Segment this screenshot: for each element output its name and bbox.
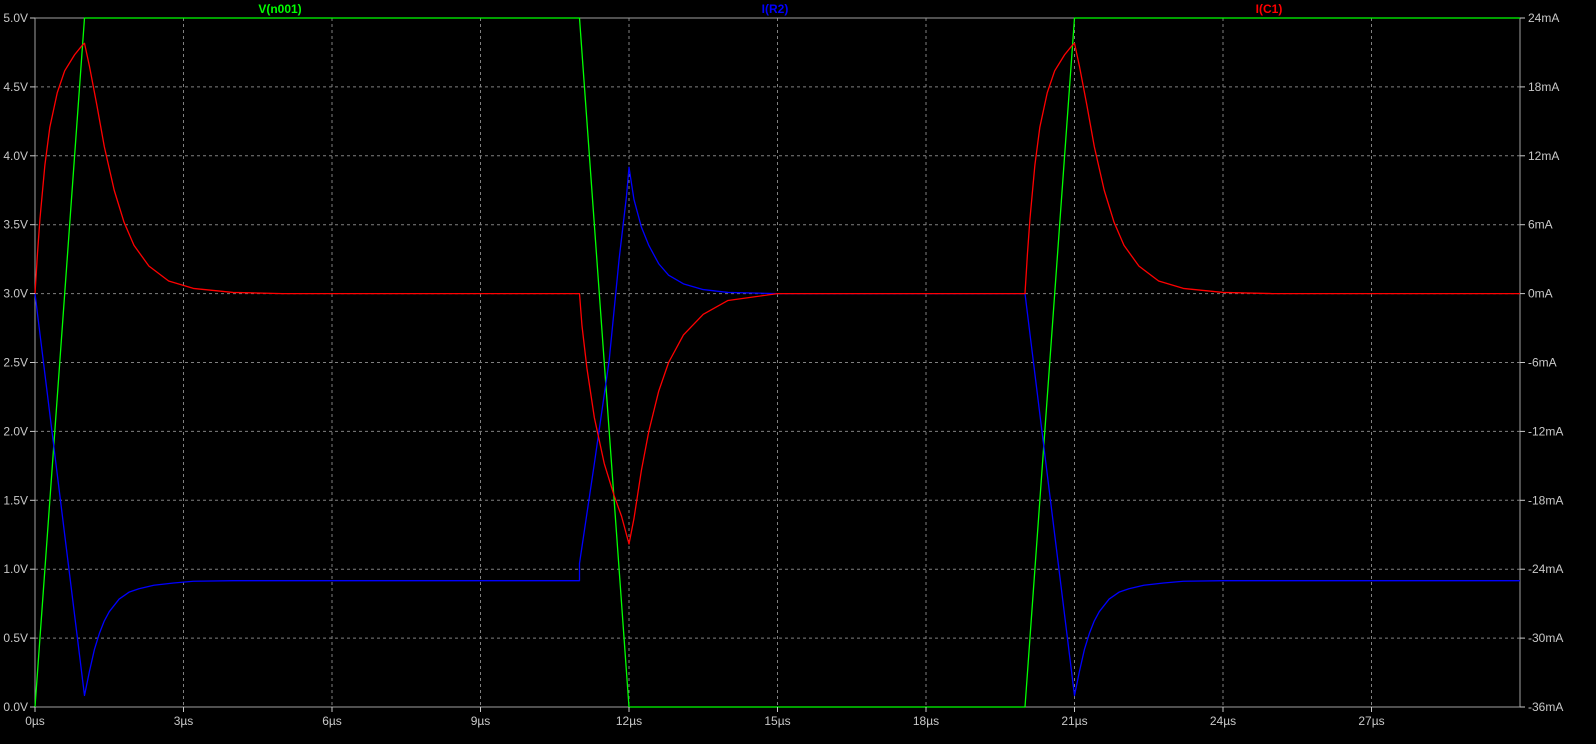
right-tick-label: -12mA [1528,424,1563,438]
left-tick-label: 2.0V [3,424,28,438]
right-tick-label: -24mA [1528,562,1563,576]
left-tick-label: 4.0V [3,149,28,163]
right-tick-label: 6mA [1528,218,1553,232]
x-tick-label: 24µs [1210,714,1236,728]
plot-background [0,0,1596,744]
x-tick-label: 9µs [471,714,491,728]
left-tick-label: 4.5V [3,80,28,94]
right-tick-label: 18mA [1528,80,1559,94]
legend-label-i-r2[interactable]: I(R2) [762,2,789,16]
right-tick-label: 24mA [1528,11,1559,25]
x-tick-label: 27µs [1358,714,1384,728]
legend-label-i-c1[interactable]: I(C1) [1256,2,1283,16]
waveform-plot: 0µs 3µs 6µs 9µs 12µs 15µs 18µs 21µs 24µs 27µs 0.0… [0,0,1596,744]
left-tick-label: 3.0V [3,287,28,301]
left-tick-label: 1.0V [3,562,28,576]
x-tick-label: 18µs [913,714,939,728]
right-tick-label: 12mA [1528,149,1559,163]
right-tick-label: -18mA [1528,493,1563,507]
right-tick-label: -30mA [1528,631,1563,645]
right-tick-label: -36mA [1528,700,1563,714]
left-tick-label: 2.5V [3,356,28,370]
x-tick-label: 3µs [174,714,194,728]
left-tick-label: 3.5V [3,218,28,232]
x-tick-label: 0µs [25,714,45,728]
right-tick-label: -6mA [1528,356,1557,370]
left-tick-label: 5.0V [3,11,28,25]
legend-label-v-n001[interactable]: V(n001) [258,2,301,16]
right-tick-label: 0mA [1528,287,1553,301]
x-tick-label: 15µs [764,714,790,728]
left-tick-label: 0.0V [3,700,28,714]
x-tick-label: 21µs [1061,714,1087,728]
left-tick-label: 0.5V [3,631,28,645]
x-tick-label: 6µs [322,714,342,728]
x-tick-label: 12µs [616,714,642,728]
left-tick-label: 1.5V [3,493,28,507]
